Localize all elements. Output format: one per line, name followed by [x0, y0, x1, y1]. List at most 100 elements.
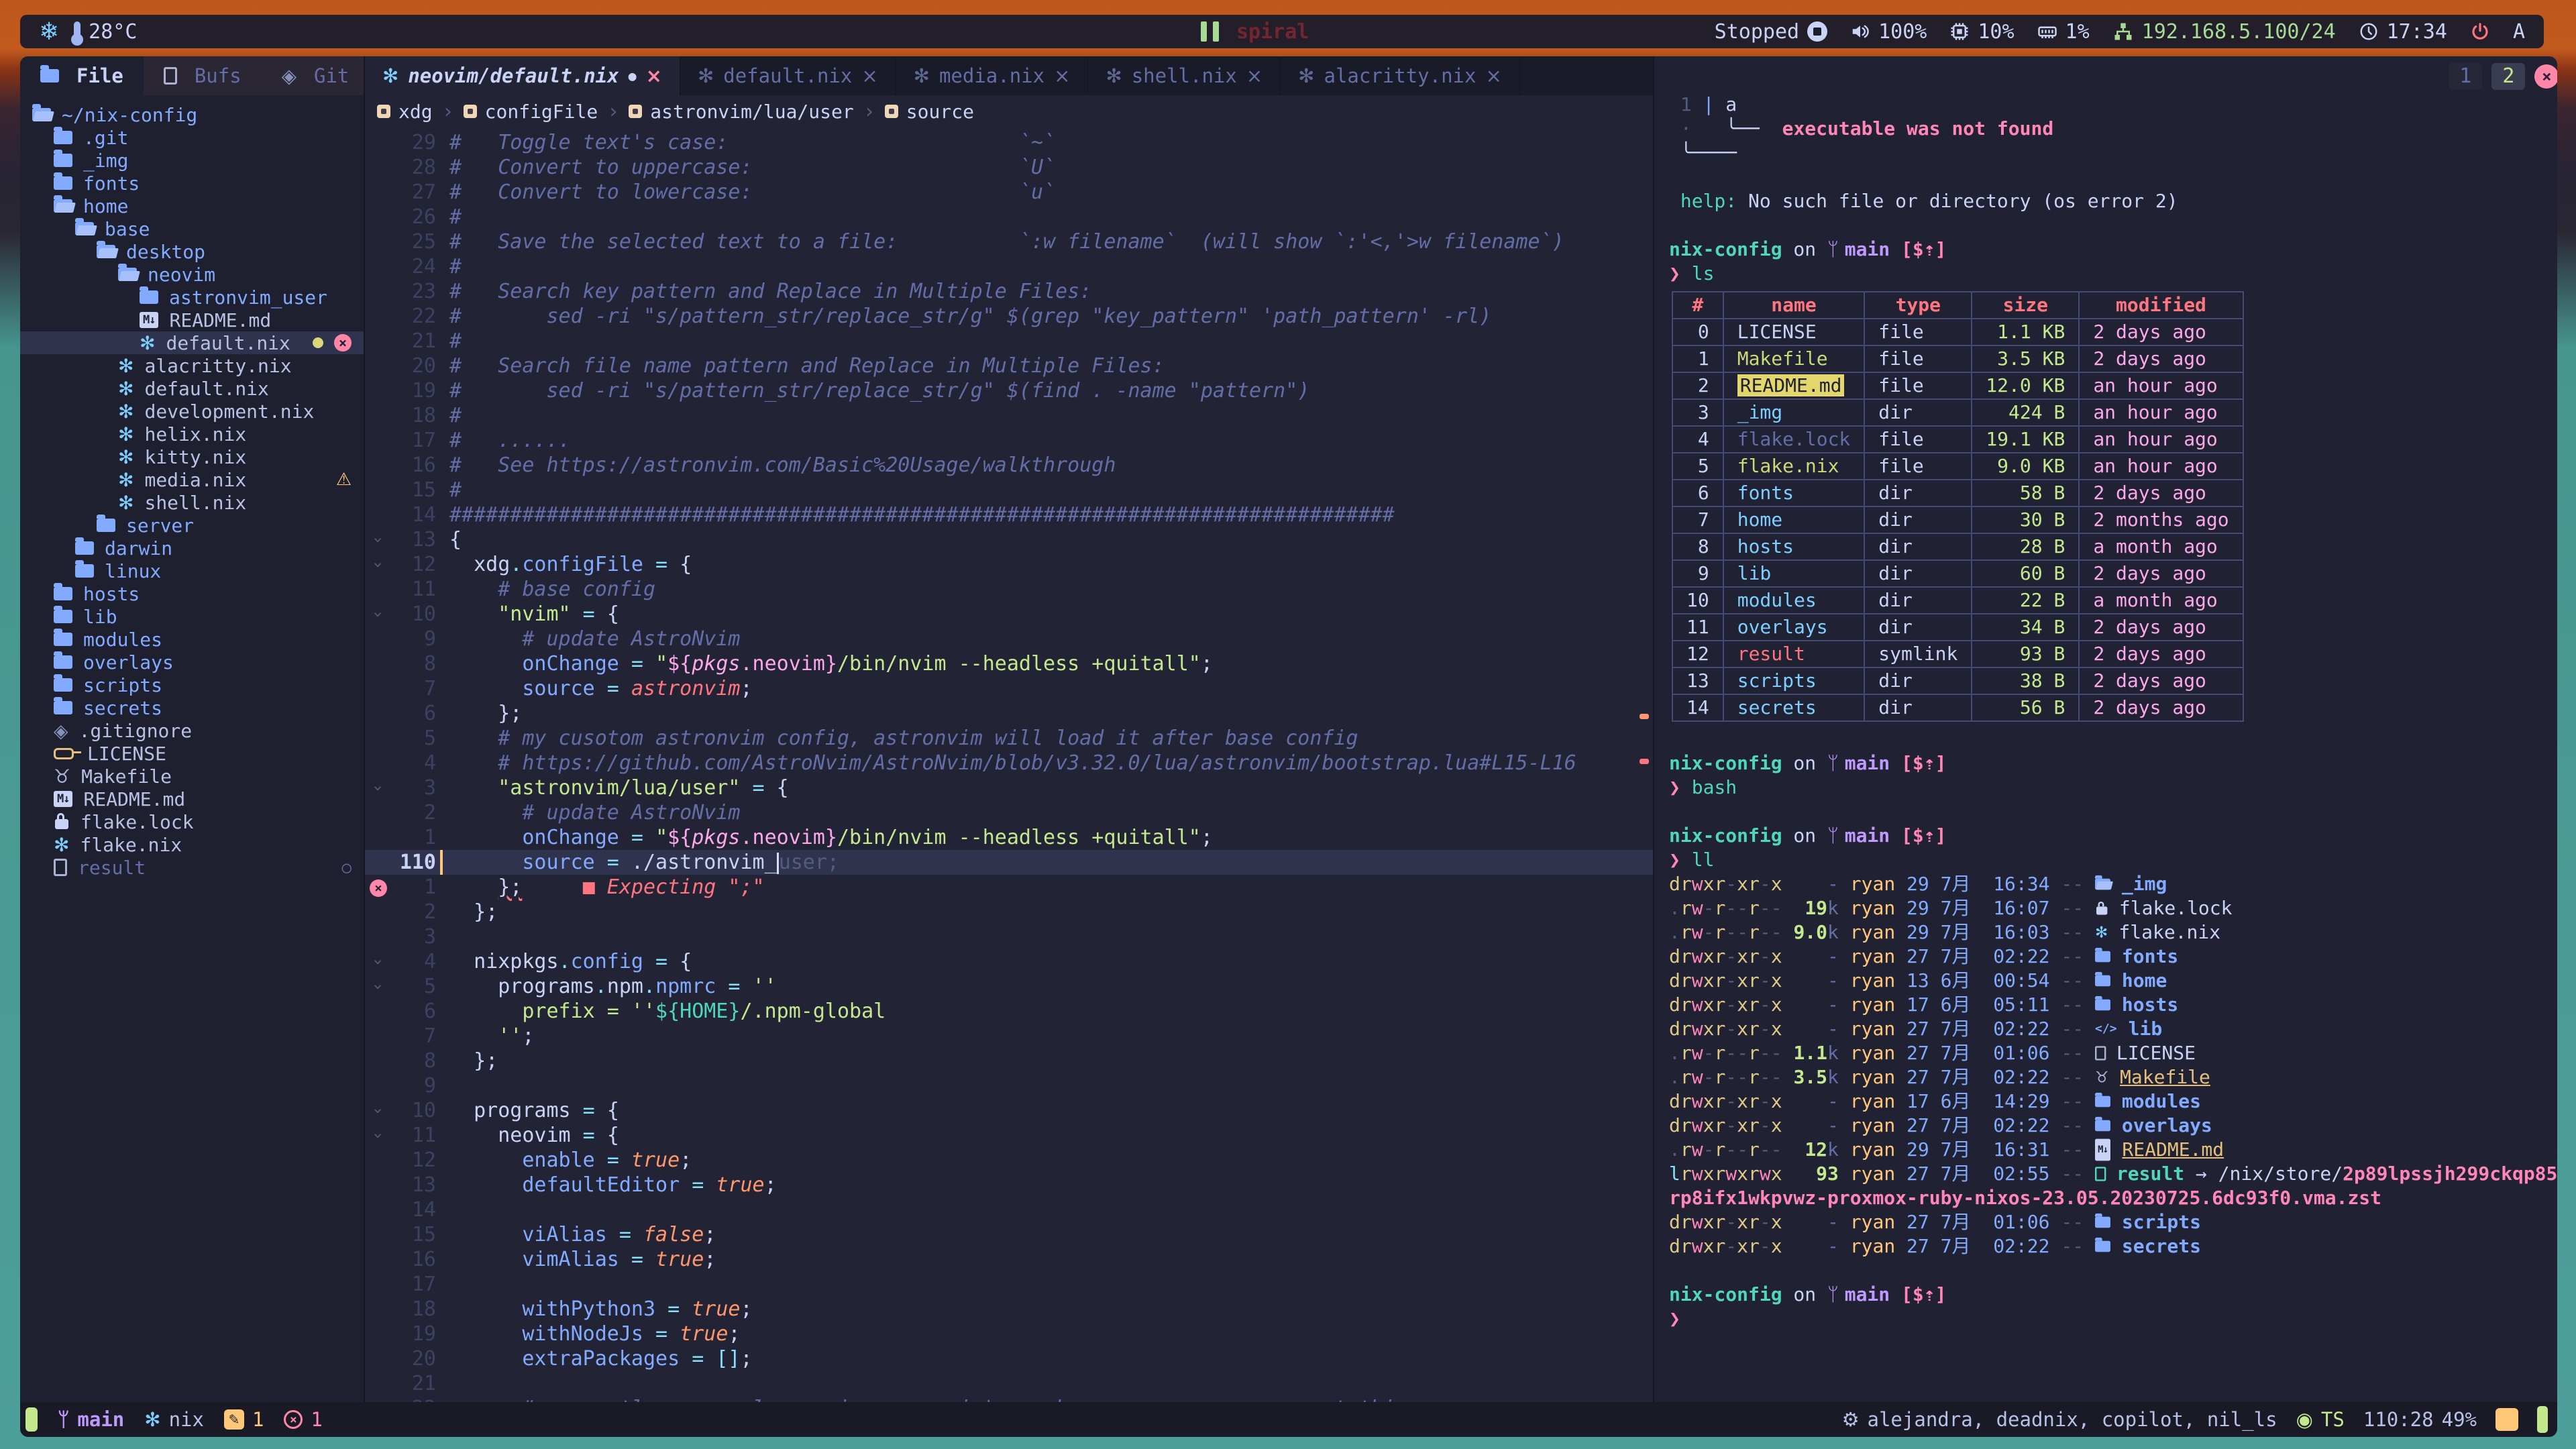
code-line[interactable]: 1 onChange = "${pkgs.neovim}/bin/nvim --…	[365, 825, 1653, 850]
buffer-tab[interactable]: ✻shell.nix×	[1088, 56, 1281, 95]
tree-item[interactable]: lib	[20, 605, 364, 628]
code-line[interactable]: 4 # https://github.com/AstroNvim/AstroNv…	[365, 751, 1653, 775]
code-line[interactable]: 14######################################…	[365, 502, 1653, 527]
code-line[interactable]: 9	[365, 1073, 1653, 1098]
code-line[interactable]: 11 # base config	[365, 577, 1653, 602]
tree-item[interactable]: ✻helix.nix	[20, 423, 364, 445]
code-line[interactable]: ›13{	[365, 527, 1653, 552]
tree-item[interactable]: hosts	[20, 582, 364, 605]
code-line[interactable]: 16# See https://astronvim.com/Basic%20Us…	[365, 453, 1653, 478]
code-line[interactable]: 2 # update AstroNvim	[365, 800, 1653, 825]
code-line[interactable]: ›5 programs.npm.npmrc = ''	[365, 974, 1653, 999]
code-line[interactable]: 29# Toggle text's case: `~`	[365, 130, 1653, 155]
code-line[interactable]: ›11 neovim = {	[365, 1123, 1653, 1148]
tree-item[interactable]: astronvim_user	[20, 286, 364, 309]
code-line[interactable]: 12 enable = true;	[365, 1148, 1653, 1173]
network-widget[interactable]: 192.168.5.100/24	[2112, 20, 2336, 44]
code-line[interactable]: 6 };	[365, 701, 1653, 726]
buffer-tab[interactable]: ✻media.nix×	[896, 56, 1089, 95]
tree-item[interactable]: scripts	[20, 674, 364, 696]
code-line[interactable]: 23# Search key pattern and Replace in Mu…	[365, 279, 1653, 304]
code-line[interactable]: 20# Search file name pattern and Replace…	[365, 354, 1653, 378]
code-line[interactable]: 9 # update AstroNvim	[365, 627, 1653, 651]
buffer-tab[interactable]: ✻default.nix×	[680, 56, 896, 95]
code-line[interactable]: 8 };	[365, 1049, 1653, 1073]
cpu-widget[interactable]: 10%	[1949, 20, 2014, 44]
code-line[interactable]: 21	[365, 1371, 1653, 1396]
tab-close-icon[interactable]: ×	[1246, 64, 1263, 87]
code-line[interactable]: 15#	[365, 478, 1653, 502]
tree-item[interactable]: fonts	[20, 172, 364, 195]
code-line-cursor[interactable]: 110 source = ./astronvim_user;	[365, 850, 1653, 875]
code-line[interactable]: 5 # my cusotom astronvim config, astronv…	[365, 726, 1653, 751]
tree-item[interactable]: LICENSE	[20, 742, 364, 765]
volume-widget[interactable]: 100%	[1850, 20, 1927, 44]
code-line[interactable]: 24#	[365, 254, 1653, 279]
breadcrumb-item[interactable]: configFile	[464, 101, 598, 123]
breadcrumb-item[interactable]: astronvim/lua/user	[629, 101, 853, 123]
modified-count[interactable]: ✎ 1	[224, 1408, 264, 1431]
tree-item[interactable]: ✻flake.nix	[20, 833, 364, 856]
code-line[interactable]: 7 '';	[365, 1024, 1653, 1049]
nixos-logo-icon[interactable]: ❄	[39, 18, 59, 46]
code-line[interactable]: 22# sed -ri "s/pattern_str/replace_str/g…	[365, 304, 1653, 329]
tree-item[interactable]: ♉Makefile	[20, 765, 364, 788]
tree-item[interactable]: ✻default.nix	[20, 377, 364, 400]
code-line[interactable]: 20 extraPackages = [];	[365, 1346, 1653, 1371]
code-line[interactable]: 6 prefix = ''${HOME}/.npm-global	[365, 999, 1653, 1024]
tree-item[interactable]: secrets	[20, 696, 364, 719]
lsp-servers[interactable]: ⚙ alejandra, deadnix, copilot, nil_ls	[1842, 1408, 2277, 1431]
code-line[interactable]: 18 withPython3 = true;	[365, 1297, 1653, 1322]
tree-item[interactable]: ✻alacritty.nix	[20, 354, 364, 377]
terminal-tab[interactable]: 1	[2449, 63, 2482, 90]
sidebar-tab-file[interactable]: File	[20, 56, 144, 95]
tree-item[interactable]: ✻default.nix×	[20, 331, 364, 354]
tree-item[interactable]: ✻development.nix	[20, 400, 364, 423]
code-line[interactable]: 2 };	[365, 900, 1653, 924]
tree-item[interactable]: base	[20, 217, 364, 240]
terminal-tab[interactable]: 2	[2491, 63, 2525, 90]
tree-item[interactable]: .git	[20, 126, 364, 149]
tree-item[interactable]: home	[20, 195, 364, 217]
code-line[interactable]: 3	[365, 924, 1653, 949]
fold-chevron-icon[interactable]: ›	[369, 609, 388, 619]
code-line[interactable]: 7 source = astronvim;	[365, 676, 1653, 701]
code-line[interactable]: 25# Save the selected text to a file: `:…	[365, 229, 1653, 254]
terminal-window[interactable]: 12× 1 | a · ╰── executable was not found…	[1653, 56, 2557, 1402]
keyboard-layout[interactable]: A	[2513, 20, 2525, 44]
breadcrumb-item[interactable]: xdg	[377, 101, 433, 123]
tree-item[interactable]: neovim	[20, 263, 364, 286]
tree-item[interactable]: ◈.gitignore	[20, 719, 364, 742]
code-line[interactable]: 18#	[365, 403, 1653, 428]
code-line[interactable]: 22 # currently we use lazy.nvim as neovi…	[365, 1396, 1653, 1402]
power-button[interactable]	[2470, 21, 2490, 42]
code-editor[interactable]: 29# Toggle text's case: `~`28# Convert t…	[365, 127, 1653, 1402]
tab-close-icon[interactable]: ×	[646, 64, 662, 87]
fold-chevron-icon[interactable]: ›	[369, 1130, 388, 1140]
tree-item[interactable]: M↓README.md	[20, 788, 364, 810]
terminal-close-button[interactable]: ×	[2534, 64, 2557, 89]
pause-icon[interactable]	[1201, 21, 1219, 42]
buffer-tab[interactable]: ✻alacritty.nix×	[1281, 56, 1520, 95]
sidebar-tab-bufs[interactable]: Bufs	[144, 56, 262, 95]
code-line[interactable]: 17	[365, 1272, 1653, 1297]
tree-item[interactable]: darwin	[20, 537, 364, 559]
code-line[interactable]: 27# Convert to lowercase: `u`	[365, 180, 1653, 205]
tree-item[interactable]: server	[20, 514, 364, 537]
tree-item[interactable]: ✻shell.nix	[20, 491, 364, 514]
code-line[interactable]: ×1 }; ■ Expecting ";"	[365, 875, 1653, 900]
tree-item[interactable]: M↓README.md	[20, 309, 364, 331]
code-line[interactable]: 21#	[365, 329, 1653, 354]
code-line[interactable]: ›12 xdg.configFile = {	[365, 552, 1653, 577]
code-line[interactable]: 19# sed -ri "s/pattern_str/replace_str/g…	[365, 378, 1653, 403]
tree-item[interactable]: ~/nix-config	[20, 103, 364, 126]
memory-widget[interactable]: 1%	[2037, 20, 2090, 44]
fold-chevron-icon[interactable]: ›	[369, 981, 388, 991]
code-line[interactable]: ›4 nixpkgs.config = {	[365, 949, 1653, 974]
code-line[interactable]: ›10 programs = {	[365, 1098, 1653, 1123]
tree-item[interactable]: flake.lock	[20, 810, 364, 833]
buffer-tab[interactable]: ✻neovim/default.nix●×	[365, 56, 680, 95]
code-line[interactable]: 26#	[365, 205, 1653, 229]
tab-close-icon[interactable]: ×	[1054, 64, 1070, 87]
tree-item[interactable]: linux	[20, 559, 364, 582]
